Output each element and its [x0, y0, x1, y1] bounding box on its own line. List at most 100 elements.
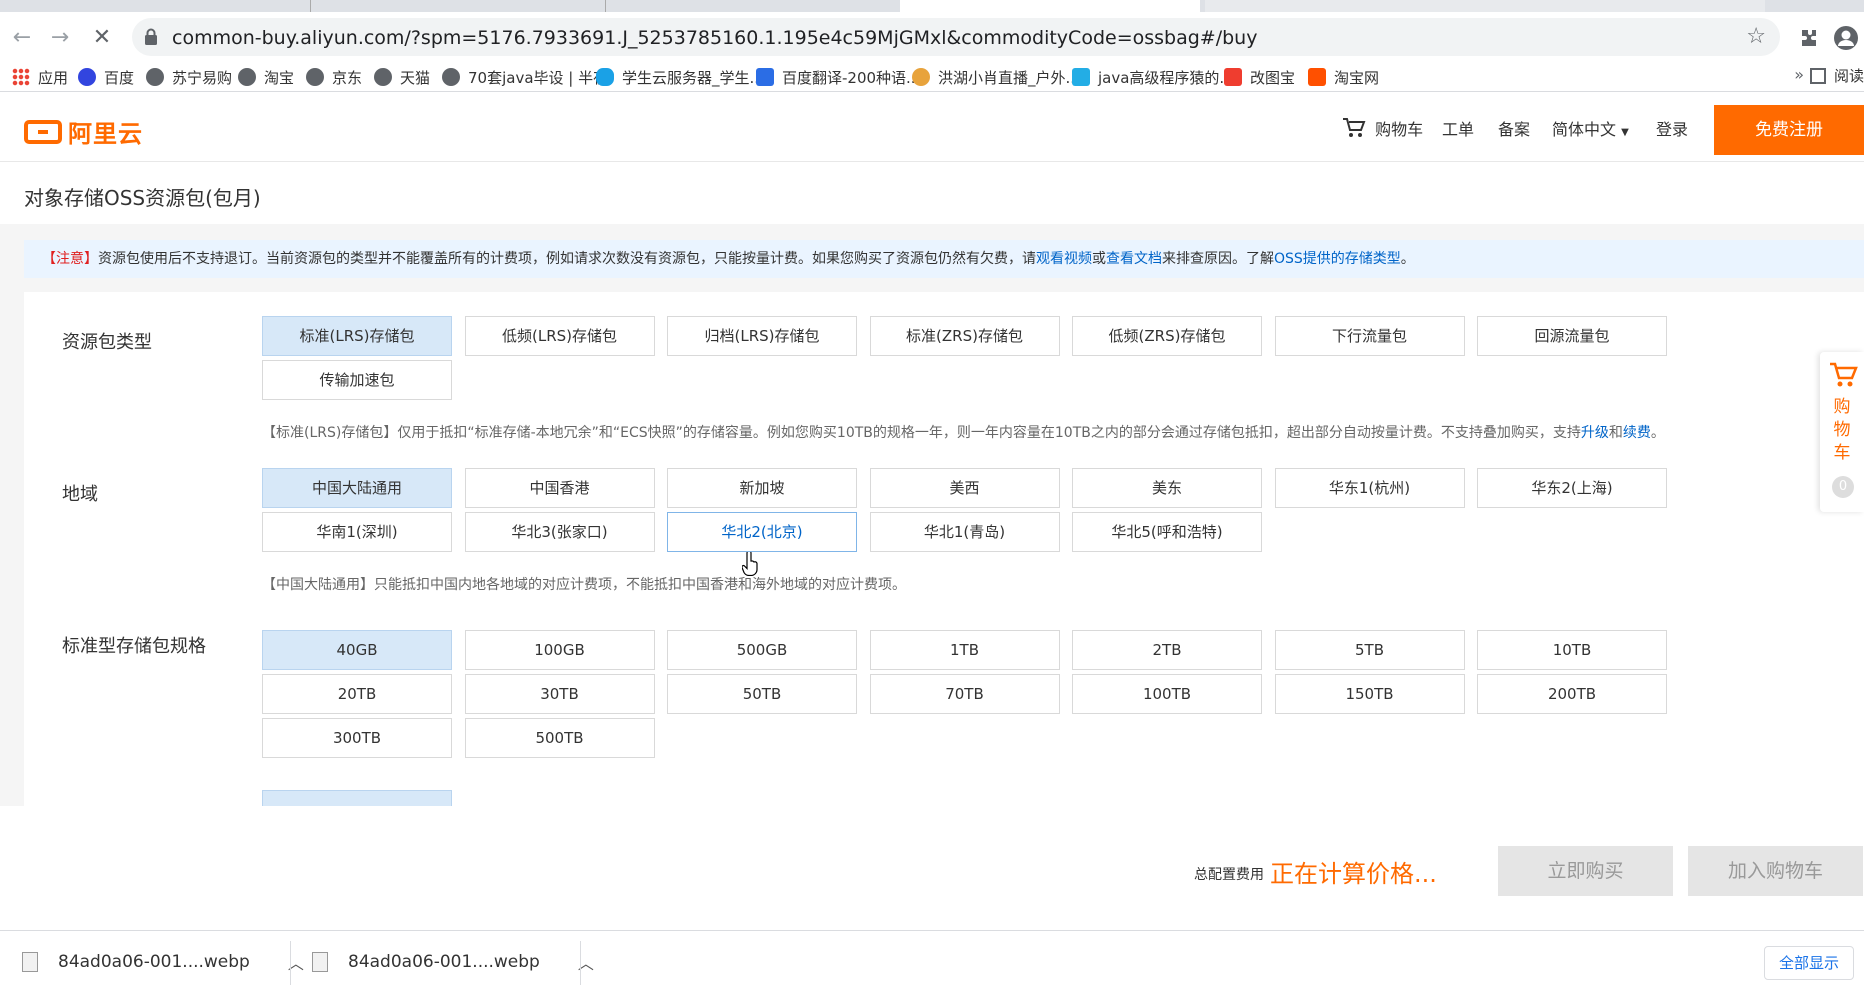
region-option[interactable]: 华北5(呼和浩特) — [1072, 512, 1262, 552]
notice-text-2: 来排查原因。了解 — [1162, 251, 1274, 267]
region-option[interactable]: 华北2(北京) — [667, 512, 857, 552]
floating-cart-label-text: 购物车 — [1833, 397, 1851, 463]
floating-cart[interactable]: 购物车 0 — [1820, 352, 1864, 512]
back-icon[interactable]: ← — [8, 24, 36, 52]
spec-option[interactable]: 500GB — [667, 630, 857, 670]
bookmark-student-cloud[interactable]: 学生云服务器_学生... — [596, 65, 764, 89]
bookmark-taobao[interactable]: 淘宝 — [238, 65, 294, 89]
region-option[interactable]: 新加坡 — [667, 468, 857, 508]
browser-tab[interactable] — [1205, 0, 1765, 12]
bookmark-gaitubao[interactable]: 改图宝 — [1224, 65, 1295, 89]
bookmark-jd[interactable]: 京东 — [306, 65, 362, 89]
watch-video-link[interactable]: 观看视频 — [1036, 251, 1092, 267]
browser-tab-active[interactable] — [900, 0, 1200, 12]
spec-option[interactable]: 200TB — [1477, 674, 1667, 714]
bilibili-tv-icon — [1072, 68, 1090, 86]
region-option[interactable]: 华北1(青岛) — [869, 512, 1060, 552]
bookmark-live-stream[interactable]: 洪湖小肖直播_户外... — [912, 65, 1080, 89]
bookmark-bilibili[interactable]: java高级程序猿的... — [1072, 65, 1234, 89]
spec-option[interactable]: 30TB — [464, 674, 655, 714]
spec-option[interactable]: 70TB — [869, 674, 1060, 714]
reading-list[interactable]: 阅读 — [1809, 65, 1864, 86]
package-type-option[interactable]: 传输加速包 — [262, 360, 452, 400]
bookmark-java-projects[interactable]: 70套java毕设 | 半夜 — [442, 65, 608, 89]
shopping-cart-icon — [1343, 118, 1366, 137]
address-bar[interactable]: common-buy.aliyun.com/?spm=5176.7933691.… — [132, 18, 1780, 56]
next-row-option[interactable] — [262, 790, 452, 806]
package-type-option[interactable]: 低频(LRS)存储包 — [464, 316, 655, 356]
package-type-option[interactable]: 低频(ZRS)存储包 — [1072, 316, 1262, 356]
bookmark-baidu-translate[interactable]: 百度翻译-200种语... — [756, 65, 920, 89]
package-type-option[interactable]: 归档(LRS)存储包 — [667, 316, 857, 356]
header-cart-link[interactable]: 购物车 — [1342, 116, 1423, 140]
spec-option[interactable]: 50TB — [667, 674, 857, 714]
profile-avatar-icon[interactable] — [1832, 24, 1860, 52]
browser-tab[interactable] — [0, 0, 300, 12]
storage-types-link[interactable]: OSS提供的存储类型 — [1274, 251, 1401, 267]
bookmark-taobao-net[interactable]: 淘宝网 — [1308, 65, 1379, 89]
region-option[interactable]: 华东2(上海) — [1477, 468, 1667, 508]
package-type-option[interactable]: 下行流量包 — [1274, 316, 1465, 356]
browser-tab[interactable] — [605, 0, 895, 12]
view-docs-link[interactable]: 查看文档 — [1106, 251, 1162, 267]
package-type-option[interactable]: 标准(ZRS)存储包 — [869, 316, 1060, 356]
url-text[interactable]: common-buy.aliyun.com/?spm=5176.7933691.… — [172, 27, 1257, 49]
download-item[interactable]: 84ad0a06-001....webp ︿ — [22, 931, 304, 993]
region-option[interactable]: 中国香港 — [464, 468, 655, 508]
buy-now-button[interactable]: 立即购买 — [1498, 846, 1673, 896]
page-title: 对象存储OSS资源包(包月) — [24, 186, 261, 210]
cart-count-badge: 0 — [1832, 476, 1854, 498]
browser-tab[interactable] — [310, 0, 600, 12]
region-option[interactable]: 华北3(张家口) — [464, 512, 655, 552]
spec-option[interactable]: 40GB — [262, 630, 452, 670]
floating-cart-label: 购物车 — [1820, 396, 1864, 465]
bookmark-tmall[interactable]: 天猫 — [374, 65, 430, 89]
spec-option[interactable]: 5TB — [1274, 630, 1465, 670]
bookmark-star-icon[interactable]: ☆ — [1746, 24, 1766, 49]
spec-option[interactable]: 500TB — [464, 718, 655, 758]
download-item[interactable]: 84ad0a06-001....webp ︿ — [312, 931, 594, 993]
shopping-cart-icon — [1830, 362, 1858, 387]
language-selector[interactable]: 简体中文 ▼ — [1552, 116, 1629, 140]
header-ticket-link[interactable]: 工单 — [1442, 116, 1474, 140]
hand-cursor-icon — [742, 552, 758, 576]
bookmark-suning[interactable]: 苏宁易购 — [146, 65, 232, 89]
region-option[interactable]: 华东1(杭州) — [1274, 468, 1465, 508]
show-all-downloads-button[interactable]: 全部显示 — [1764, 946, 1854, 980]
region-option[interactable]: 华南1(深圳) — [262, 512, 452, 552]
spec-option[interactable]: 100TB — [1072, 674, 1262, 714]
browser-toolbar: ← → ✕ common-buy.aliyun.com/?spm=5176.79… — [0, 12, 1864, 62]
bookmarks-overflow-icon[interactable]: » — [1794, 65, 1804, 84]
header-record-link[interactable]: 备案 — [1498, 116, 1530, 140]
login-link[interactable]: 登录 — [1656, 116, 1688, 140]
package-type-option[interactable]: 标准(LRS)存储包 — [262, 316, 452, 356]
spec-option[interactable]: 20TB — [262, 674, 452, 714]
region-label: 地域 — [62, 484, 98, 505]
forward-icon[interactable]: → — [46, 24, 74, 52]
region-option[interactable]: 美东 — [1072, 468, 1262, 508]
bookmark-apps[interactable]: 应用 — [12, 65, 68, 89]
bookmark-baidu[interactable]: 百度 — [78, 65, 134, 89]
aliyun-logo[interactable]: 阿里云 — [24, 114, 143, 149]
extensions-icon[interactable] — [1794, 24, 1822, 52]
spec-option[interactable]: 150TB — [1274, 674, 1465, 714]
region-option[interactable]: 美西 — [869, 468, 1060, 508]
spec-option[interactable]: 100GB — [464, 630, 655, 670]
spec-option[interactable]: 300TB — [262, 718, 452, 758]
notice-or: 或 — [1092, 251, 1106, 267]
baidu-paw-icon — [78, 68, 96, 86]
spec-option[interactable]: 10TB — [1477, 630, 1667, 670]
spec-option[interactable]: 1TB — [869, 630, 1060, 670]
notice-banner: 【注意】资源包使用后不支持退订。当前资源包的类型并不能覆盖所有的计费项，例如请求… — [24, 240, 1864, 278]
stop-loading-icon[interactable]: ✕ — [88, 24, 116, 52]
register-button[interactable]: 免费注册 — [1714, 105, 1864, 155]
site-header: 阿里云 购物车 工单 备案 简体中文 ▼ 登录 免费注册 — [0, 92, 1864, 162]
browser-tab-strip — [0, 0, 1864, 12]
spec-option[interactable]: 2TB — [1072, 630, 1262, 670]
upgrade-link[interactable]: 升级 — [1581, 425, 1609, 441]
reading-list-icon — [1809, 67, 1826, 84]
package-type-option[interactable]: 回源流量包 — [1477, 316, 1667, 356]
renew-link[interactable]: 续费 — [1623, 425, 1651, 441]
add-to-cart-button[interactable]: 加入购物车 — [1688, 846, 1863, 896]
region-option[interactable]: 中国大陆通用 — [262, 468, 452, 508]
